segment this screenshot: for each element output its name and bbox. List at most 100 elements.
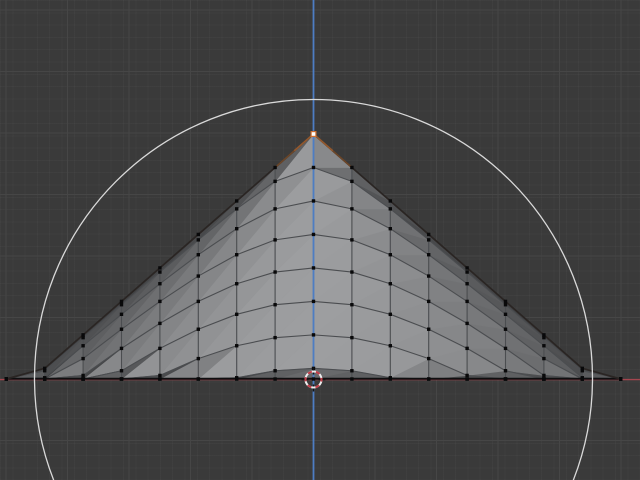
- mesh-vertex[interactable]: [350, 207, 354, 211]
- mesh-vertex[interactable]: [311, 299, 316, 304]
- mesh-vertex[interactable]: [196, 232, 200, 237]
- mesh-vertex[interactable]: [465, 321, 469, 326]
- mesh-vertex[interactable]: [388, 282, 392, 286]
- mesh-vertex[interactable]: [235, 199, 239, 203]
- mesh-vertex[interactable]: [542, 335, 546, 340]
- mesh-vertex[interactable]: [427, 232, 431, 237]
- mesh-vertex[interactable]: [119, 303, 124, 307]
- active-vertex-core[interactable]: [311, 132, 316, 136]
- mesh-vertex[interactable]: [119, 377, 124, 381]
- mesh-vertex[interactable]: [350, 179, 354, 184]
- mesh-vertex[interactable]: [350, 270, 354, 274]
- mesh-vertex[interactable]: [273, 335, 277, 340]
- mesh-vertex[interactable]: [427, 274, 431, 278]
- mesh-vertex[interactable]: [465, 373, 469, 378]
- mesh-vertex[interactable]: [43, 377, 47, 381]
- mesh-vertex[interactable]: [388, 377, 392, 381]
- mesh-vertex[interactable]: [81, 373, 85, 378]
- mesh-vertex[interactable]: [235, 344, 239, 348]
- mesh-vertex[interactable]: [427, 356, 431, 361]
- mesh-vertex[interactable]: [503, 346, 508, 351]
- mesh-vertex[interactable]: [388, 312, 392, 316]
- mesh-vertex[interactable]: [196, 377, 200, 381]
- mesh-vertex[interactable]: [158, 299, 162, 304]
- mesh-vertex[interactable]: [273, 369, 277, 373]
- mesh-vertex[interactable]: [350, 303, 354, 307]
- mesh-vertex[interactable]: [158, 282, 162, 286]
- mesh-vertex[interactable]: [158, 377, 162, 381]
- mesh-vertex[interactable]: [4, 377, 8, 381]
- mesh-vertex[interactable]: [119, 312, 124, 316]
- mesh-vertex[interactable]: [427, 299, 431, 304]
- mesh-vertex[interactable]: [465, 270, 469, 274]
- mesh-vertex[interactable]: [158, 321, 162, 326]
- mesh-vertex[interactable]: [43, 369, 47, 373]
- mesh-vertex[interactable]: [81, 335, 85, 340]
- mesh-vertex[interactable]: [542, 373, 546, 378]
- mesh-vertex[interactable]: [273, 207, 277, 211]
- mesh-vertex[interactable]: [465, 346, 469, 351]
- mesh-vertex[interactable]: [427, 377, 431, 381]
- mesh-vertex[interactable]: [503, 299, 508, 304]
- mesh-vertex[interactable]: [311, 232, 316, 237]
- mesh-vertex[interactable]: [235, 377, 239, 381]
- mesh-vertex[interactable]: [388, 207, 392, 211]
- mesh-vertex[interactable]: [119, 327, 124, 331]
- mesh-vertex[interactable]: [503, 377, 508, 381]
- mesh-vertex[interactable]: [196, 327, 200, 331]
- mesh-vertex[interactable]: [427, 238, 431, 242]
- mesh-vertex[interactable]: [273, 270, 277, 274]
- mesh-vertex[interactable]: [119, 369, 124, 373]
- mesh-vertex[interactable]: [350, 335, 354, 340]
- mesh-vertex[interactable]: [81, 377, 85, 381]
- mesh-vertex[interactable]: [273, 238, 277, 242]
- mesh-vertex[interactable]: [235, 253, 239, 257]
- mesh-vertex[interactable]: [311, 266, 316, 270]
- mesh-vertex[interactable]: [273, 179, 277, 184]
- mesh-vertex[interactable]: [580, 369, 584, 373]
- mesh-vertex[interactable]: [158, 266, 162, 270]
- mesh-vertex[interactable]: [350, 238, 354, 242]
- mesh-vertex[interactable]: [273, 303, 277, 307]
- mesh-vertex[interactable]: [81, 356, 85, 361]
- mesh-vertex[interactable]: [388, 253, 392, 257]
- mesh-vertex[interactable]: [350, 165, 354, 170]
- mesh-vertex[interactable]: [388, 227, 392, 231]
- mesh-vertex[interactable]: [196, 274, 200, 278]
- mesh-vertex[interactable]: [158, 270, 162, 274]
- mesh-vertex[interactable]: [580, 377, 584, 381]
- mesh-vertex[interactable]: [465, 299, 469, 304]
- mesh-vertex[interactable]: [503, 312, 508, 316]
- mesh-vertex[interactable]: [350, 369, 354, 373]
- mesh-vertex[interactable]: [196, 253, 200, 257]
- mesh-vertex[interactable]: [158, 346, 162, 351]
- mesh-vertex[interactable]: [542, 344, 546, 348]
- mesh-vertex[interactable]: [465, 282, 469, 286]
- mesh-vertex[interactable]: [465, 266, 469, 270]
- mesh-vertex[interactable]: [119, 299, 124, 304]
- mesh-vertex[interactable]: [388, 344, 392, 348]
- mesh-vertex[interactable]: [542, 377, 546, 381]
- mesh-vertex[interactable]: [503, 369, 508, 373]
- mesh-vertex[interactable]: [196, 299, 200, 304]
- mesh-vertex[interactable]: [311, 165, 316, 170]
- mesh-vertex[interactable]: [427, 327, 431, 331]
- mesh-vertex[interactable]: [235, 207, 239, 211]
- mesh-vertex[interactable]: [119, 346, 124, 351]
- mesh-vertex[interactable]: [196, 356, 200, 361]
- mesh-vertex[interactable]: [503, 327, 508, 331]
- mesh-vertex[interactable]: [388, 199, 392, 203]
- mesh-vertex[interactable]: [158, 373, 162, 378]
- mesh-vertex[interactable]: [235, 282, 239, 286]
- mesh-vertex[interactable]: [273, 165, 277, 170]
- mesh-vertex[interactable]: [619, 377, 623, 381]
- 3d-viewport[interactable]: [0, 0, 640, 480]
- mesh-vertex[interactable]: [311, 333, 316, 337]
- mesh-vertex[interactable]: [311, 377, 316, 381]
- mesh-vertex[interactable]: [350, 377, 354, 381]
- mesh-vertex[interactable]: [503, 303, 508, 307]
- mesh-vertex[interactable]: [81, 344, 85, 348]
- mesh-vertex[interactable]: [311, 199, 316, 203]
- active-vertex[interactable]: [310, 131, 317, 137]
- mesh-vertex[interactable]: [235, 312, 239, 316]
